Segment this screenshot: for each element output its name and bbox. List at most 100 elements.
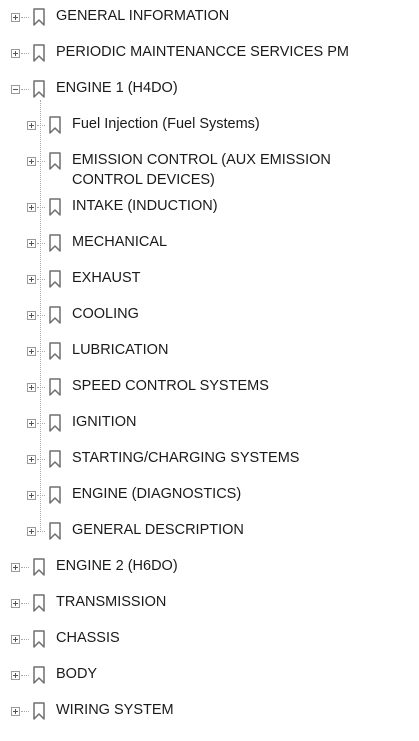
bookmark-icon [33, 8, 45, 26]
tree-connector [37, 351, 45, 352]
tree-node-engine-diagnostics[interactable]: ENGINE (DIAGNOSTICS) [0, 484, 419, 506]
plus-box-icon[interactable] [27, 311, 36, 320]
tree-connector [37, 531, 45, 532]
tree-connector [37, 495, 45, 496]
tree-node-label[interactable]: ENGINE 2 (H6DO) [56, 556, 178, 576]
tree-node-general-information[interactable]: GENERAL INFORMATION [0, 6, 419, 28]
tree-node-wiring-system[interactable]: WIRING SYSTEM [0, 700, 419, 722]
tree-node-label[interactable]: Fuel Injection (Fuel Systems) [72, 114, 260, 134]
bookmark-icon [49, 306, 61, 324]
tree-node-label[interactable]: ENGINE 1 (H4DO) [56, 78, 178, 98]
bookmark-icon [49, 270, 61, 288]
tree-node-engine-1[interactable]: ENGINE 1 (H4DO) [0, 78, 419, 100]
tree-connector [21, 17, 29, 18]
tree-node-label[interactable]: GENERAL INFORMATION [56, 6, 229, 26]
bookmark-icon [33, 666, 45, 684]
tree-connector [21, 711, 29, 712]
tree-node-cooling[interactable]: COOLING [0, 304, 419, 326]
plus-box-icon[interactable] [27, 527, 36, 536]
plus-box-icon[interactable] [27, 121, 36, 130]
tree-node-label[interactable]: ENGINE (DIAGNOSTICS) [72, 484, 241, 504]
tree-connector [37, 279, 45, 280]
tree-connector [37, 315, 45, 316]
plus-box-icon[interactable] [27, 275, 36, 284]
tree-node-general-description[interactable]: GENERAL DESCRIPTION [0, 520, 419, 542]
tree-connector [37, 207, 45, 208]
tree-node-label[interactable]: WIRING SYSTEM [56, 700, 174, 720]
tree-node-exhaust[interactable]: EXHAUST [0, 268, 419, 290]
tree-node-label[interactable]: EMISSION CONTROL (AUX EMISSION CONTROL D… [72, 150, 402, 190]
plus-box-icon[interactable] [27, 347, 36, 356]
tree-node-lubrication[interactable]: LUBRICATION [0, 340, 419, 362]
tree-connector [37, 423, 45, 424]
plus-box-icon[interactable] [11, 707, 20, 716]
bookmark-icon [33, 80, 45, 98]
tree-node-label[interactable]: SPEED CONTROL SYSTEMS [72, 376, 269, 396]
tree-node-body[interactable]: BODY [0, 664, 419, 686]
bookmark-icon [33, 44, 45, 62]
tree-node-speed-control[interactable]: SPEED CONTROL SYSTEMS [0, 376, 419, 398]
plus-box-icon[interactable] [11, 599, 20, 608]
plus-box-icon[interactable] [27, 203, 36, 212]
bookmark-icon [33, 594, 45, 612]
tree-node-label[interactable]: GENERAL DESCRIPTION [72, 520, 244, 540]
tree-node-label[interactable]: STARTING/CHARGING SYSTEMS [72, 448, 299, 468]
bookmark-icon [49, 486, 61, 504]
tree-connector [21, 567, 29, 568]
tree-node-fuel-injection[interactable]: Fuel Injection (Fuel Systems) [0, 114, 419, 136]
tree-node-ignition[interactable]: IGNITION [0, 412, 419, 434]
plus-box-icon[interactable] [27, 419, 36, 428]
bookmark-icon [33, 630, 45, 648]
tree-connector [21, 639, 29, 640]
tree-node-label[interactable]: IGNITION [72, 412, 136, 432]
bookmark-tree: GENERAL INFORMATION PERIODIC MAINTENANCC… [0, 0, 419, 741]
tree-node-mechanical[interactable]: MECHANICAL [0, 232, 419, 254]
tree-connector [37, 387, 45, 388]
tree-node-label[interactable]: CHASSIS [56, 628, 120, 648]
tree-node-chassis[interactable]: CHASSIS [0, 628, 419, 650]
plus-box-icon[interactable] [27, 491, 36, 500]
tree-node-label[interactable]: COOLING [72, 304, 139, 324]
tree-node-transmission[interactable]: TRANSMISSION [0, 592, 419, 614]
tree-node-intake[interactable]: INTAKE (INDUCTION) [0, 196, 419, 218]
tree-node-label[interactable]: PERIODIC MAINTENANCCE SERVICES PM [56, 42, 349, 62]
bookmark-icon [49, 414, 61, 432]
tree-connector [21, 675, 29, 676]
bookmark-icon [49, 116, 61, 134]
bookmark-icon [49, 450, 61, 468]
plus-box-icon[interactable] [11, 563, 20, 572]
bookmark-icon [49, 522, 61, 540]
tree-node-label[interactable]: INTAKE (INDUCTION) [72, 196, 218, 216]
tree-node-label[interactable]: LUBRICATION [72, 340, 168, 360]
tree-connector [37, 161, 45, 162]
plus-box-icon[interactable] [27, 157, 36, 166]
tree-node-emission-control[interactable]: EMISSION CONTROL (AUX EMISSION CONTROL D… [0, 150, 419, 192]
bookmark-icon [33, 702, 45, 720]
tree-node-periodic-maintenance[interactable]: PERIODIC MAINTENANCCE SERVICES PM [0, 42, 419, 64]
tree-connector [21, 89, 29, 90]
tree-connector [37, 125, 45, 126]
plus-box-icon[interactable] [11, 635, 20, 644]
plus-box-icon[interactable] [27, 383, 36, 392]
tree-connector [21, 603, 29, 604]
tree-node-label[interactable]: BODY [56, 664, 97, 684]
tree-node-starting-charging[interactable]: STARTING/CHARGING SYSTEMS [0, 448, 419, 470]
bookmark-icon [49, 342, 61, 360]
bookmark-icon [49, 234, 61, 252]
tree-connector [37, 459, 45, 460]
plus-box-icon[interactable] [11, 49, 20, 58]
bookmark-icon [49, 378, 61, 396]
tree-node-label[interactable]: MECHANICAL [72, 232, 167, 252]
minus-box-icon[interactable] [11, 85, 20, 94]
plus-box-icon[interactable] [27, 455, 36, 464]
tree-connector [21, 53, 29, 54]
plus-box-icon[interactable] [27, 239, 36, 248]
plus-box-icon[interactable] [11, 671, 20, 680]
bookmark-icon [49, 152, 61, 170]
bookmark-icon [49, 198, 61, 216]
plus-box-icon[interactable] [11, 13, 20, 22]
tree-node-engine-2[interactable]: ENGINE 2 (H6DO) [0, 556, 419, 578]
tree-node-label[interactable]: TRANSMISSION [56, 592, 166, 612]
tree-node-label[interactable]: EXHAUST [72, 268, 141, 288]
bookmark-icon [33, 558, 45, 576]
